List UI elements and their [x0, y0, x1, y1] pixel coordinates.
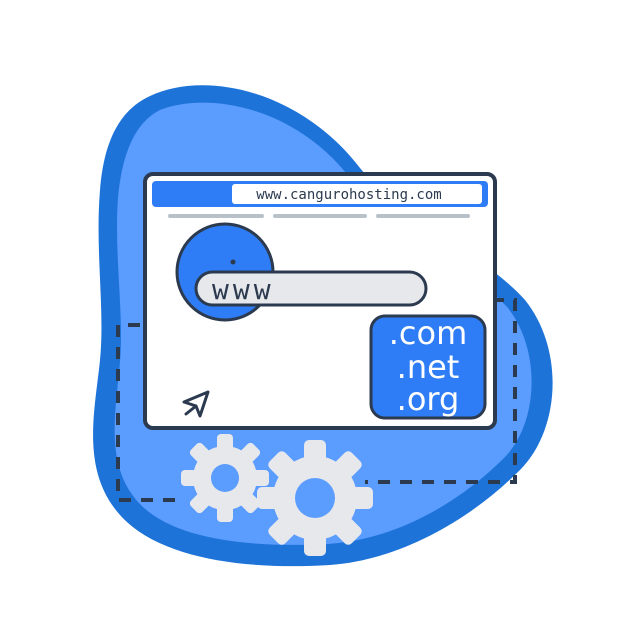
address-bar-url: www.cangurohosting.com — [256, 187, 441, 203]
dot — [230, 259, 236, 265]
tab-indicator — [168, 214, 264, 218]
tab-indicator — [273, 214, 367, 218]
tld-org: .org — [397, 380, 460, 418]
tab-indicator — [376, 214, 470, 218]
gear-icon — [181, 434, 269, 522]
tld-com: .com — [389, 314, 468, 352]
domain-illustration: www.cangurohosting.com www .com .net .or… — [93, 85, 553, 567]
gear-icon — [257, 440, 373, 556]
search-bar-text: www — [212, 273, 275, 306]
